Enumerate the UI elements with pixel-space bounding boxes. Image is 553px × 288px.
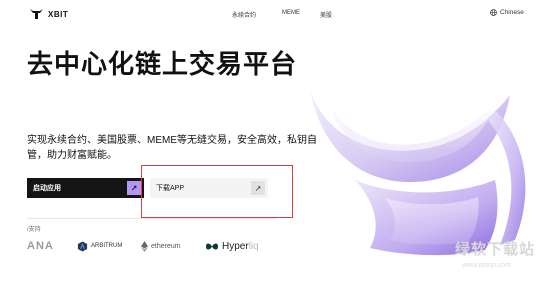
hero-title: 去中心化链上交易平台 [27, 49, 298, 79]
top-nav-bar: XBIT 永续合约 MEME 美股 Chinese [0, 0, 553, 28]
ethereum-icon [141, 240, 148, 252]
partner-ana: ANA [27, 238, 54, 254]
partner-ethereum: ethereum [141, 238, 181, 254]
ethereum-logo-text: ethereum [151, 242, 181, 250]
nav-meme[interactable]: MEME [282, 10, 300, 16]
arbitrum-icon [77, 240, 88, 252]
support-label: /支持 [27, 227, 41, 233]
section-divider [27, 218, 277, 219]
hyperliquid-icon [206, 243, 218, 249]
logo[interactable]: XBIT [30, 9, 68, 20]
arbitrum-logo-text: ARBITRUM [91, 243, 123, 249]
ana-logo-text: ANA [27, 240, 54, 252]
decorative-3d-logo-shape [310, 90, 526, 256]
partner-hyperliquid: Hyperliq [205, 238, 259, 254]
nav-us-stocks[interactable]: 美股 [320, 10, 332, 19]
hyperliquid-logo-text: Hyperliq [222, 240, 259, 252]
launch-app-button[interactable]: 启动应用 ↗ [27, 178, 144, 198]
highlight-annotation-box [141, 165, 293, 218]
partner-arbitrum: ARBITRUM [77, 238, 122, 254]
hero-description: 实现永续合约、美国股票、MEME等无缝交易，安全高效，私钥自管，助力财富赋能。 [27, 135, 317, 161]
language-label: Chinese [500, 9, 524, 16]
logo-text: XBIT [48, 10, 69, 19]
bull-logo-icon [30, 9, 43, 19]
globe-icon [490, 9, 497, 16]
watermark-url: www.itmop.com [462, 262, 512, 269]
arrow-up-right-icon: ↗ [127, 181, 141, 195]
nav-perpetual[interactable]: 永续合约 [232, 10, 256, 19]
launch-app-label: 启动应用 [33, 185, 61, 192]
watermark-text: 绿软下载站 [455, 241, 536, 258]
language-selector[interactable]: Chinese [490, 9, 524, 16]
